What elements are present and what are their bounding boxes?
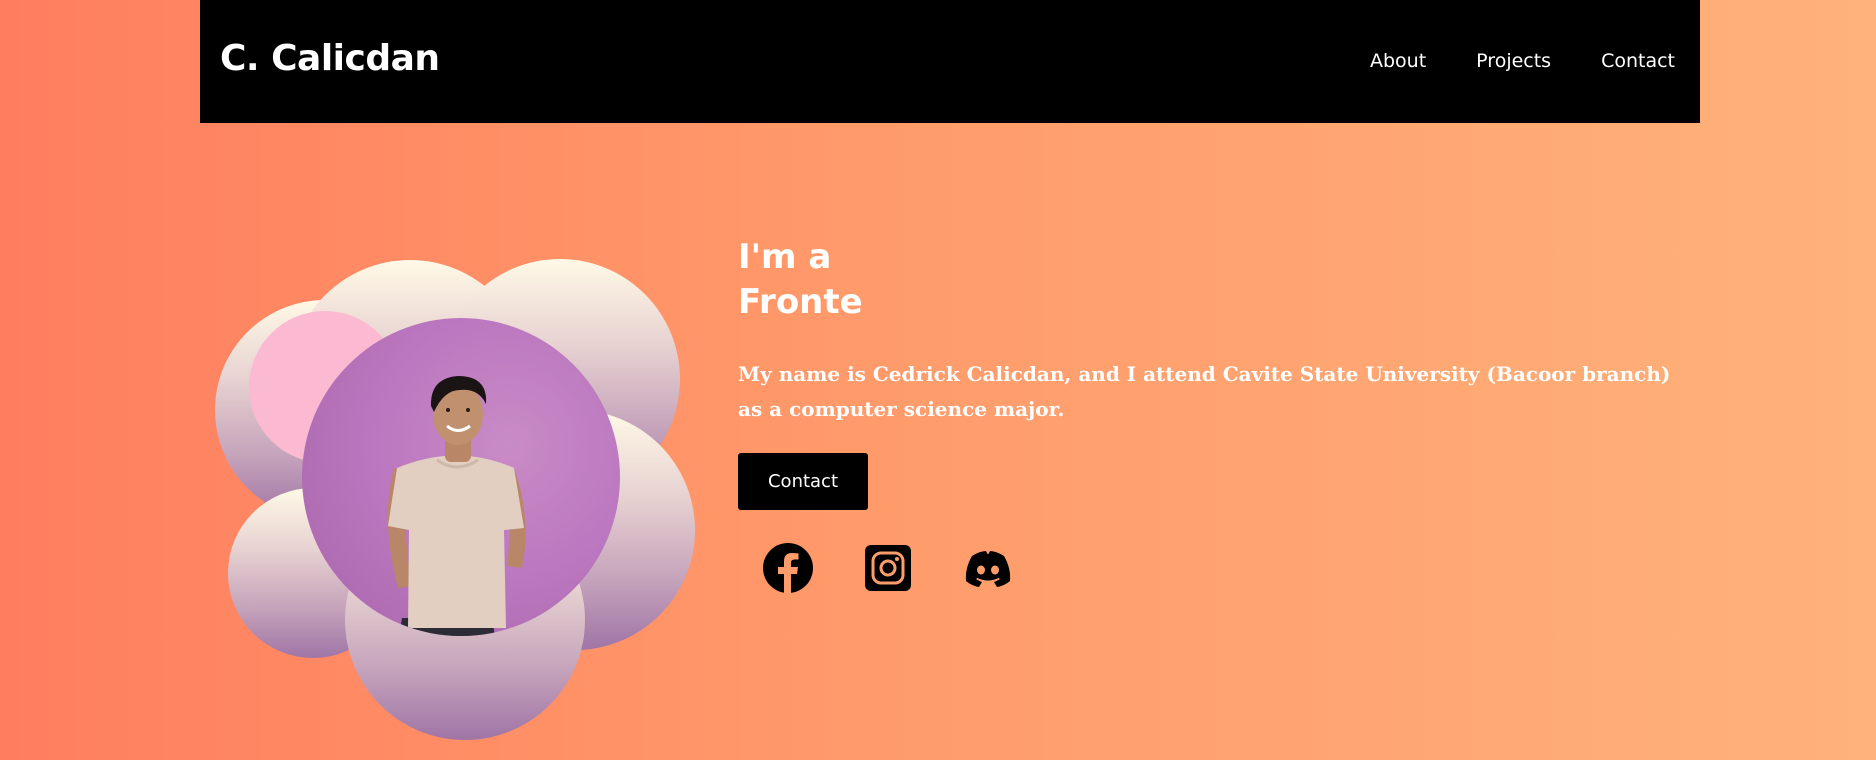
hero-heading-line2: Fronte — [738, 282, 863, 322]
hero-heading-line1: I'm a — [738, 237, 832, 277]
discord-icon — [965, 551, 1011, 587]
facebook-link[interactable] — [760, 540, 816, 596]
top-navbar: C. Calicdan About Projects Contact — [200, 0, 1700, 123]
nav-projects-link[interactable]: Projects — [1476, 50, 1551, 72]
nav-contact-link[interactable]: Contact — [1601, 50, 1675, 72]
instagram-link[interactable] — [860, 540, 916, 596]
instagram-icon — [865, 545, 911, 591]
hero-heading: I'm a Fronte — [738, 235, 863, 325]
brand-logo[interactable]: C. Calicdan — [220, 38, 440, 79]
person-figure — [387, 376, 526, 636]
discord-link[interactable] — [960, 540, 1016, 596]
nav-about-link[interactable]: About — [1370, 50, 1426, 72]
nav-links: About Projects Contact — [1370, 50, 1675, 72]
profile-photo — [302, 318, 620, 636]
facebook-icon — [763, 543, 813, 593]
contact-button[interactable]: Contact — [738, 453, 868, 510]
profile-illustration — [215, 255, 705, 740]
hero-description: My name is Cedrick Calicdan, and I atten… — [738, 362, 1671, 421]
